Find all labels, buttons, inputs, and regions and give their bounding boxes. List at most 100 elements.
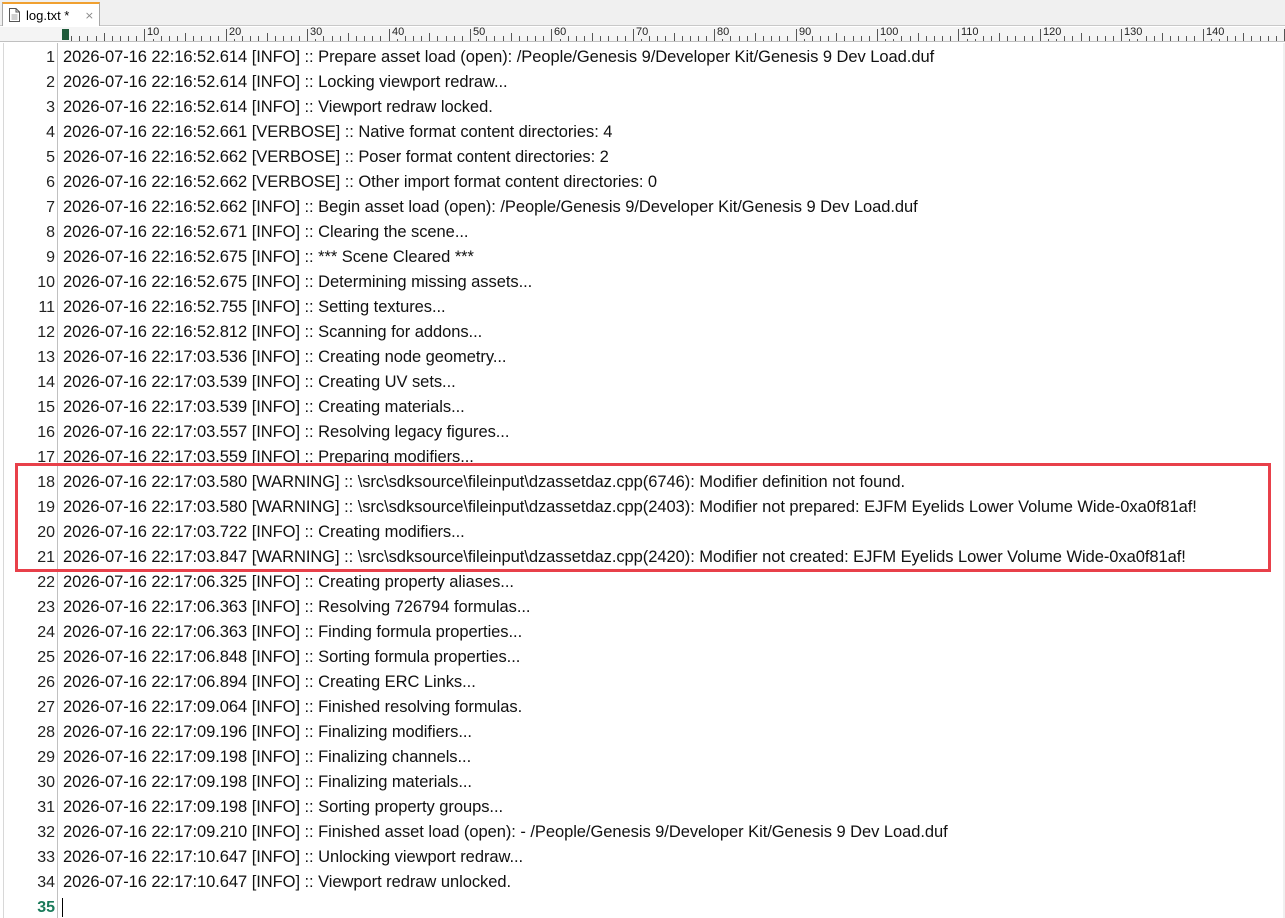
- line-text[interactable]: 2026-07-16 22:17:03.847 [WARNING] :: \sr…: [63, 545, 1186, 570]
- editor-line[interactable]: 29 2026-07-16 22:17:09.198 [INFO] :: Fina…: [0, 745, 1285, 770]
- line-text[interactable]: 2026-07-16 22:17:06.363 [INFO] :: Findin…: [63, 620, 522, 645]
- line-text[interactable]: 2026-07-16 22:17:09.198 [INFO] :: Sortin…: [63, 795, 503, 820]
- editor-line[interactable]: 13 2026-07-16 22:17:03.536 [INFO] :: Crea…: [0, 345, 1285, 370]
- editor-line[interactable]: 31 2026-07-16 22:17:09.198 [INFO] :: Sort…: [0, 795, 1285, 820]
- editor-line[interactable]: 15 2026-07-16 22:17:03.539 [INFO] :: Crea…: [0, 395, 1285, 420]
- line-number: 14: [37, 374, 55, 391]
- line-text[interactable]: 2026-07-16 22:16:52.614 [INFO] :: Lockin…: [63, 70, 508, 95]
- line-number: 33: [37, 849, 55, 866]
- line-text[interactable]: 2026-07-16 22:17:09.064 [INFO] :: Finish…: [63, 695, 522, 720]
- line-text[interactable]: 2026-07-16 22:16:52.661 [VERBOSE] :: Nat…: [63, 120, 612, 145]
- editor-line[interactable]: 14 2026-07-16 22:17:03.539 [INFO] :: Crea…: [0, 370, 1285, 395]
- editor-line[interactable]: 27 2026-07-16 22:17:09.064 [INFO] :: Fini…: [0, 695, 1285, 720]
- ruler-label: 80: [716, 27, 731, 39]
- editor-line[interactable]: 26 2026-07-16 22:17:06.894 [INFO] :: Crea…: [0, 670, 1285, 695]
- editor-line[interactable]: 35: [0, 895, 1285, 918]
- editor-line[interactable]: 2 2026-07-16 22:16:52.614 [INFO] :: Locki…: [0, 70, 1285, 95]
- tab-log-txt[interactable]: log.txt * ×: [2, 2, 100, 26]
- tab-bar: log.txt * ×: [0, 0, 1285, 26]
- line-text[interactable]: 2026-07-16 22:17:03.580 [WARNING] :: \sr…: [63, 495, 1197, 520]
- editor-line[interactable]: 25 2026-07-16 22:17:06.848 [INFO] :: Sort…: [0, 645, 1285, 670]
- editor-line[interactable]: 33 2026-07-16 22:17:10.647 [INFO] :: Unlo…: [0, 845, 1285, 870]
- editor-line[interactable]: 17 2026-07-16 22:17:03.559 [INFO] :: Prep…: [0, 445, 1285, 470]
- editor-line[interactable]: 12 2026-07-16 22:16:52.812 [INFO] :: Scan…: [0, 320, 1285, 345]
- ruler-label: 10: [146, 27, 161, 39]
- ruler-label: 30: [309, 27, 324, 39]
- line-number: 30: [37, 774, 55, 791]
- editor-line[interactable]: 5 2026-07-16 22:16:52.662 [VERBOSE] :: Po…: [0, 145, 1285, 170]
- line-text[interactable]: 2026-07-16 22:16:52.671 [INFO] :: Cleari…: [63, 220, 468, 245]
- line-text[interactable]: 2026-07-16 22:16:52.675 [INFO] :: Determ…: [63, 270, 532, 295]
- line-text[interactable]: 2026-07-16 22:17:10.647 [INFO] :: Viewpo…: [63, 870, 511, 895]
- editor-lines[interactable]: 1 2026-07-16 22:16:52.614 [INFO] :: Prepa…: [0, 45, 1285, 918]
- line-text[interactable]: 2026-07-16 22:17:03.557 [INFO] :: Resolv…: [63, 420, 509, 445]
- line-number: 26: [37, 674, 55, 691]
- editor-line[interactable]: 16 2026-07-16 22:17:03.557 [INFO] :: Reso…: [0, 420, 1285, 445]
- close-icon[interactable]: ×: [85, 9, 94, 22]
- editor-line[interactable]: 23 2026-07-16 22:17:06.363 [INFO] :: Reso…: [0, 595, 1285, 620]
- line-text[interactable]: 2026-07-16 22:17:03.559 [INFO] :: Prepar…: [63, 445, 474, 470]
- line-text[interactable]: 2026-07-16 22:17:03.539 [INFO] :: Creati…: [63, 370, 456, 395]
- line-text[interactable]: 2026-07-16 22:17:06.848 [INFO] :: Sortin…: [63, 645, 520, 670]
- editor-line[interactable]: 10 2026-07-16 22:16:52.675 [INFO] :: Dete…: [0, 270, 1285, 295]
- line-text[interactable]: 2026-07-16 22:17:09.198 [INFO] :: Finali…: [63, 745, 471, 770]
- editor-line[interactable]: 9 2026-07-16 22:16:52.675 [INFO] :: *** S…: [0, 245, 1285, 270]
- editor-line[interactable]: 19 2026-07-16 22:17:03.580 [WARNING] :: \…: [0, 495, 1285, 520]
- line-text[interactable]: 2026-07-16 22:17:06.363 [INFO] :: Resolv…: [63, 595, 530, 620]
- line-number: 22: [37, 574, 55, 591]
- line-text[interactable]: 2026-07-16 22:17:03.539 [INFO] :: Creati…: [63, 395, 465, 420]
- line-text[interactable]: 2026-07-16 22:17:10.647 [INFO] :: Unlock…: [63, 845, 523, 870]
- line-number: 13: [37, 349, 55, 366]
- editor-window: log.txt * × 10 20 30 40 50 60 70 80 90 100 110 120 1…: [0, 0, 1285, 918]
- editor-line[interactable]: 22 2026-07-16 22:17:06.325 [INFO] :: Crea…: [0, 570, 1285, 595]
- editor-line[interactable]: 18 2026-07-16 22:17:03.580 [WARNING] :: \…: [0, 470, 1285, 495]
- editor-line[interactable]: 20 2026-07-16 22:17:03.722 [INFO] :: Crea…: [0, 520, 1285, 545]
- line-text[interactable]: 2026-07-16 22:17:09.210 [INFO] :: Finish…: [63, 820, 948, 845]
- editor-line[interactable]: 24 2026-07-16 22:17:06.363 [INFO] :: Find…: [0, 620, 1285, 645]
- editor-line[interactable]: 28 2026-07-16 22:17:09.196 [INFO] :: Fina…: [0, 720, 1285, 745]
- line-number: 8: [46, 224, 55, 241]
- line-number: 21: [37, 549, 55, 566]
- text-editor[interactable]: 1 2026-07-16 22:16:52.614 [INFO] :: Prepa…: [0, 43, 1285, 918]
- line-number: 35: [37, 899, 55, 916]
- line-text[interactable]: 2026-07-16 22:16:52.755 [INFO] :: Settin…: [63, 295, 446, 320]
- ruler-label: 140: [1205, 27, 1226, 39]
- line-text[interactable]: 2026-07-16 22:17:03.580 [WARNING] :: \sr…: [63, 470, 905, 495]
- line-number: 17: [37, 449, 55, 466]
- editor-line[interactable]: 32 2026-07-16 22:17:09.210 [INFO] :: Fini…: [0, 820, 1285, 845]
- editor-line[interactable]: 1 2026-07-16 22:16:52.614 [INFO] :: Prepa…: [0, 45, 1285, 70]
- line-text[interactable]: 2026-07-16 22:16:52.812 [INFO] :: Scanni…: [63, 320, 482, 345]
- line-text[interactable]: 2026-07-16 22:16:52.675 [INFO] :: *** Sc…: [63, 245, 474, 270]
- line-number: 7: [46, 199, 55, 216]
- ruler-label: 130: [1123, 27, 1144, 39]
- ruler-label: 90: [798, 27, 813, 39]
- editor-line[interactable]: 6 2026-07-16 22:16:52.662 [VERBOSE] :: Ot…: [0, 170, 1285, 195]
- line-text[interactable]: 2026-07-16 22:16:52.662 [VERBOSE] :: Oth…: [63, 170, 657, 195]
- ruler-cursor-marker: [62, 29, 69, 40]
- line-text[interactable]: 2026-07-16 22:17:09.198 [INFO] :: Finali…: [63, 770, 472, 795]
- line-number: 27: [37, 699, 55, 716]
- editor-line[interactable]: 11 2026-07-16 22:16:52.755 [INFO] :: Sett…: [0, 295, 1285, 320]
- line-text[interactable]: 2026-07-16 22:17:06.894 [INFO] :: Creati…: [63, 670, 476, 695]
- line-number: 9: [46, 249, 55, 266]
- line-text[interactable]: 2026-07-16 22:17:03.722 [INFO] :: Creati…: [63, 520, 465, 545]
- line-text[interactable]: 2026-07-16 22:16:52.614 [INFO] :: Prepar…: [63, 45, 934, 70]
- editor-line[interactable]: 30 2026-07-16 22:17:09.198 [INFO] :: Fina…: [0, 770, 1285, 795]
- line-text[interactable]: 2026-07-16 22:16:52.662 [VERBOSE] :: Pos…: [63, 145, 609, 170]
- editor-line[interactable]: 21 2026-07-16 22:17:03.847 [WARNING] :: \…: [0, 545, 1285, 570]
- editor-line[interactable]: 4 2026-07-16 22:16:52.661 [VERBOSE] :: Na…: [0, 120, 1285, 145]
- line-text[interactable]: 2026-07-16 22:17:09.196 [INFO] :: Finali…: [63, 720, 472, 745]
- line-text[interactable]: 2026-07-16 22:17:03.536 [INFO] :: Creati…: [63, 345, 506, 370]
- line-number: 31: [37, 799, 55, 816]
- line-text[interactable]: 2026-07-16 22:16:52.662 [INFO] :: Begin …: [63, 195, 918, 220]
- editor-line[interactable]: 3 2026-07-16 22:16:52.614 [INFO] :: Viewp…: [0, 95, 1285, 120]
- line-number: 29: [37, 749, 55, 766]
- line-number: 16: [37, 424, 55, 441]
- editor-line[interactable]: 34 2026-07-16 22:17:10.647 [INFO] :: View…: [0, 870, 1285, 895]
- line-number: 34: [37, 874, 55, 891]
- line-text[interactable]: 2026-07-16 22:17:06.325 [INFO] :: Creati…: [63, 570, 514, 595]
- editor-line[interactable]: 8 2026-07-16 22:16:52.671 [INFO] :: Clear…: [0, 220, 1285, 245]
- line-text[interactable]: 2026-07-16 22:16:52.614 [INFO] :: Viewpo…: [63, 95, 493, 120]
- line-number: 2: [46, 74, 55, 91]
- editor-line[interactable]: 7 2026-07-16 22:16:52.662 [INFO] :: Begin…: [0, 195, 1285, 220]
